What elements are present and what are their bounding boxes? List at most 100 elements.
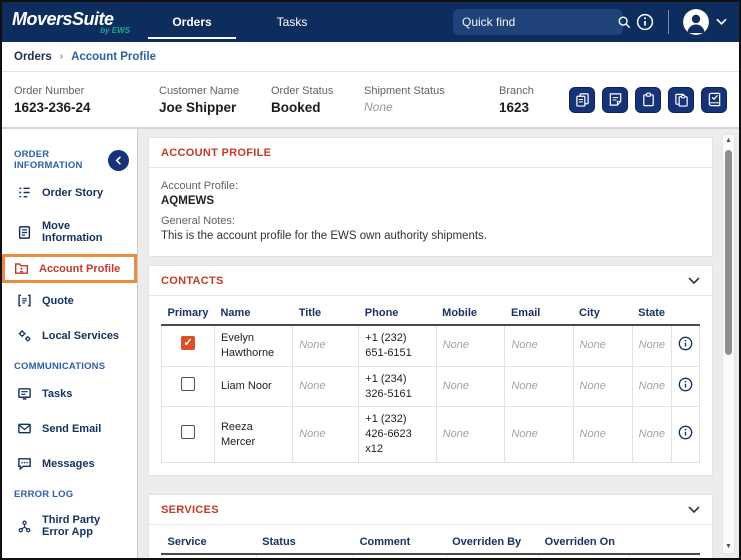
scrollbar-down-arrow-icon[interactable]: ▼ [723, 542, 734, 552]
col-service: Service [161, 530, 257, 555]
contacts-collapse-chevron-down-icon[interactable] [688, 277, 700, 285]
contact-row: Liam Noor None +1 (234) 326-5161 None No… [161, 365, 701, 408]
main-content: ACCOUNT PROFILE Account Profile: AQMEWS … [138, 129, 739, 558]
sidebar: ORDER INFORMATION Order Story Move Infor… [2, 129, 138, 558]
sidebar-section-order-information: ORDER INFORMATION [2, 149, 137, 171]
breadcrumb-orders[interactable]: Orders [14, 51, 52, 63]
contacts-section: CONTACTS Primary Name Title Phone Mobile [148, 265, 713, 476]
service-status: Call [255, 553, 355, 558]
contacts-table: Primary Name Title Phone Mobile Email Ci… [161, 302, 701, 463]
primary-checkbox[interactable] [180, 425, 195, 440]
col-state: State [632, 302, 672, 326]
breadcrumb: Orders › Account Profile [2, 42, 739, 72]
sidebar-section-communications: COMMUNICATIONS [2, 361, 137, 372]
move-information-icon [17, 225, 32, 240]
primary-checkbox[interactable] [180, 336, 195, 351]
clipboard-icon[interactable] [635, 86, 661, 113]
col-primary: Primary [161, 302, 215, 326]
branch-label: Branch [499, 84, 534, 97]
contact-state: None [631, 324, 672, 367]
contact-info-icon[interactable] [678, 425, 693, 440]
shipment-status-field: Shipment Status None [364, 85, 499, 114]
contact-email: None [504, 406, 574, 463]
sidebar-item-order-story[interactable]: Order Story [2, 175, 137, 210]
order-number-label: Order Number [14, 84, 85, 97]
general-notes-label: General Notes: [161, 215, 235, 227]
contact-phone: +1 (232) 651-6151 [358, 324, 437, 367]
sidebar-collapse-button[interactable] [108, 149, 129, 171]
contact-mobile: None [435, 324, 506, 367]
brand-name: MoversSuite [12, 8, 114, 29]
shipment-status-value: None [364, 100, 393, 114]
contact-phone: +1 (234) 326-5161 [358, 365, 437, 408]
general-notes-value: This is the account profile for the EWS … [161, 230, 487, 242]
contact-mobile: None [435, 365, 506, 408]
copy-documents-icon[interactable] [569, 86, 595, 113]
order-number-value: 1623-236-24 [14, 99, 91, 115]
contact-row: Reeza Mercer None +1 (232) 426-6623 x12 … [161, 406, 701, 463]
contact-state: None [631, 406, 672, 463]
section-title: ERROR LOG [14, 489, 74, 500]
col-comment: Comment [353, 530, 447, 555]
sidebar-item-send-email[interactable]: Send Email [2, 411, 137, 446]
col-status: Status [256, 530, 354, 555]
sidebar-item-label: Local Services [42, 329, 120, 342]
user-menu-chevron-down-icon[interactable] [716, 18, 727, 26]
send-email-icon [17, 421, 32, 436]
local-services-icon [17, 328, 32, 343]
quick-find-input[interactable] [462, 15, 617, 29]
contact-row: Evelyn Hawthorne None +1 (232) 651-6151 … [161, 324, 701, 367]
order-status-value: Booked [271, 99, 321, 115]
contact-title: None [292, 324, 360, 367]
sidebar-item-messages[interactable]: Messages [2, 446, 137, 481]
sidebar-item-local-services[interactable]: Local Services [2, 318, 137, 353]
account-profile-section: ACCOUNT PROFILE Account Profile: AQMEWS … [148, 137, 713, 257]
customer-name-field: Customer Name Joe Shipper [159, 85, 271, 115]
quote-icon [17, 293, 32, 308]
scrollbar-thumb[interactable] [725, 150, 732, 355]
sidebar-item-label: Messages [42, 457, 95, 470]
tasks-icon [17, 386, 32, 401]
third-party-error-icon [17, 519, 32, 534]
breadcrumb-account-profile: Account Profile [71, 50, 157, 63]
notes-icon[interactable] [602, 86, 628, 113]
vertical-scrollbar[interactable]: ▲ ▼ [722, 134, 735, 554]
sidebar-item-quote[interactable]: Quote [2, 283, 137, 318]
user-avatar[interactable] [683, 9, 709, 35]
sidebar-item-label: Send Email [42, 422, 102, 435]
contact-city: None [572, 406, 633, 463]
services-collapse-chevron-down-icon[interactable] [688, 506, 700, 514]
order-summary-header: Order Number 1623-236-24 Customer Name J… [2, 72, 739, 129]
col-title: Title [292, 302, 359, 326]
primary-checkbox[interactable] [180, 377, 195, 392]
services-section-title: SERVICES [161, 503, 219, 516]
customer-name-value: Joe Shipper [159, 99, 237, 115]
order-status-field: Order Status Booked [271, 85, 364, 115]
sidebar-section-error-log: ERROR LOG [2, 489, 137, 500]
breadcrumb-separator-icon: › [59, 51, 64, 62]
services-header-row: Service Status Comment Overriden By Over… [161, 530, 700, 555]
book-check-icon[interactable] [701, 86, 727, 113]
account-profile-section-title: ACCOUNT PROFILE [161, 147, 272, 159]
sidebar-item-third-party-error-app[interactable]: Third Party Error App [2, 504, 137, 548]
clipboard-copy-icon[interactable] [668, 86, 694, 113]
contact-info-icon[interactable] [678, 336, 693, 351]
sidebar-item-move-information[interactable]: Move Information [2, 210, 137, 254]
col-email: Email [504, 302, 574, 326]
contact-title: None [292, 406, 360, 463]
scrollbar-up-arrow-icon[interactable]: ▲ [723, 136, 734, 146]
contact-city: None [572, 324, 633, 367]
customer-name-label: Customer Name [159, 84, 240, 97]
col-overriden-on: Overriden On [538, 530, 630, 555]
tab-tasks[interactable]: Tasks [242, 2, 342, 42]
section-title: COMMUNICATIONS [14, 361, 106, 372]
info-icon[interactable] [636, 13, 654, 31]
tab-orders[interactable]: Orders [142, 2, 242, 42]
contact-info-icon[interactable] [678, 377, 693, 392]
sidebar-item-tasks[interactable]: Tasks [2, 376, 137, 411]
service-row: 3rd Parties Call None None None Override [161, 553, 701, 558]
sidebar-item-account-profile[interactable]: Account Profile [2, 254, 137, 283]
app-window: MoversSuite by EWS Orders Tasks Orders ›… [0, 0, 741, 560]
search-icon[interactable] [617, 15, 631, 29]
order-action-buttons [569, 86, 727, 113]
